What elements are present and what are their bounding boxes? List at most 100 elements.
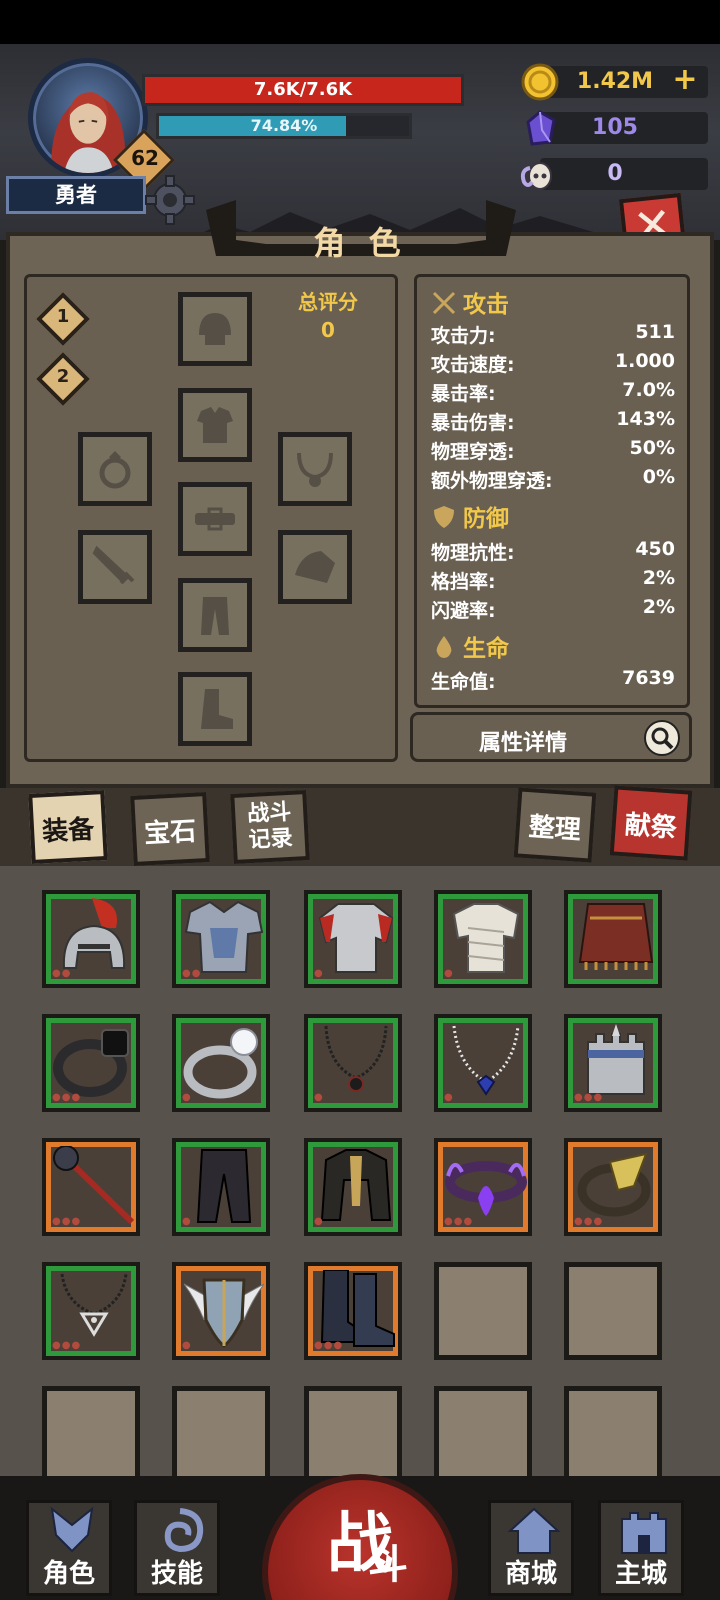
nav-shop-button[interactable]: 商城 <box>488 1500 574 1596</box>
helmet-crest-icon <box>50 1506 94 1553</box>
empty-inventory-slot[interactable] <box>172 1386 270 1484</box>
inventory-item-mace[interactable]: ●●● <box>42 1138 140 1236</box>
mace-icon <box>53 1146 135 1225</box>
inventory-item-dark-trousers[interactable]: ● <box>172 1138 270 1236</box>
sort-label: 整理 <box>527 812 582 846</box>
inventory-item-leather-skirt[interactable] <box>564 890 662 988</box>
leather-skirt-icon <box>578 903 654 970</box>
nav-character-button[interactable]: 角色 <box>26 1500 112 1596</box>
life-header: 生命 <box>431 629 509 663</box>
empty-inventory-slot[interactable] <box>564 1262 662 1360</box>
ring-slot[interactable] <box>78 432 152 506</box>
stat-value: 7.0% <box>622 379 675 401</box>
noble-coat-icon <box>320 1149 392 1221</box>
empty-inventory-slot[interactable] <box>434 1386 532 1484</box>
stat-label: 物理抗性: <box>431 542 515 564</box>
necklace-icon <box>297 452 333 487</box>
stat-row: 格挡率: 2% <box>431 567 675 593</box>
empty-inventory-slot[interactable] <box>304 1386 402 1484</box>
stat-value: 50% <box>629 437 675 459</box>
inventory-item-plumed-helmet[interactable]: ●● <box>42 890 140 988</box>
weapon-slot[interactable] <box>78 530 152 604</box>
upgrade-dots: ● <box>314 968 324 979</box>
inventory-item-noble-coat[interactable]: ● <box>304 1138 402 1236</box>
boots-slot[interactable] <box>178 672 252 746</box>
inventory-item-bandage-wrap[interactable]: ● <box>434 890 532 988</box>
shield-icon <box>434 506 454 528</box>
magnifier-icon <box>644 720 680 756</box>
inventory-item-black-gem-ring[interactable]: ●●● <box>42 1014 140 1112</box>
nav-main-city-button[interactable]: 主城 <box>598 1500 684 1596</box>
inventory-item-dark-pendant[interactable]: ● <box>304 1014 402 1112</box>
shoulder-slot[interactable] <box>278 530 352 604</box>
pants-slot[interactable] <box>178 578 252 652</box>
upgrade-dots: ●●● <box>52 1092 82 1103</box>
upgrade-dots: ● <box>182 1340 192 1351</box>
empty-inventory-slot[interactable] <box>42 1386 140 1484</box>
stat-label: 生命值: <box>431 671 496 693</box>
preset-2-label: 2 <box>56 366 70 387</box>
stat-label: 攻击力: <box>431 325 496 347</box>
upgrade-dots: ●●● <box>314 1340 344 1351</box>
xp-bar: 74.84% <box>156 113 412 139</box>
armor-icon <box>197 407 233 443</box>
tab-battle-log-label-1: 战斗 <box>246 799 292 828</box>
eye-pendant-icon <box>60 1273 128 1337</box>
inventory-item-diamond-ring[interactable]: ● <box>172 1014 270 1112</box>
upgrade-dots: ●●● <box>444 1216 474 1227</box>
nav-skills-button[interactable]: 技能 <box>134 1500 220 1596</box>
stat-row: 攻击速度: 1.000 <box>431 350 675 376</box>
golden-bracer-icon <box>577 1152 651 1217</box>
trousers-icon <box>196 1149 252 1223</box>
upgrade-dots: ●●● <box>52 1340 82 1351</box>
upgrade-dots: ● <box>182 1216 192 1227</box>
empty-inventory-slot[interactable] <box>434 1262 532 1360</box>
add-gold-button[interactable]: + <box>670 65 700 96</box>
sacrifice-label: 献祭 <box>623 810 678 844</box>
crossed-swords-icon <box>432 291 456 315</box>
stat-row: 物理穿透: 50% <box>431 437 675 463</box>
tab-battle-log[interactable]: 战斗 记录 <box>230 790 310 864</box>
defense-title: 防御 <box>463 506 509 532</box>
inventory-item-golden-bracer[interactable]: ●●● <box>564 1138 662 1236</box>
attribute-details-button[interactable]: 属性详情 <box>410 712 692 762</box>
stat-row: 攻击力: 511 <box>431 321 675 347</box>
pants-icon <box>201 597 229 635</box>
tab-gems[interactable]: 宝石 <box>130 792 210 866</box>
sword-icon <box>92 545 135 585</box>
inventory-item-purple-flame-belt[interactable]: ●●● <box>434 1138 532 1236</box>
tab-battle-log-label-2: 记录 <box>248 825 294 854</box>
stat-value: 143% <box>616 408 675 430</box>
sacrifice-button[interactable]: 献祭 <box>609 785 693 861</box>
boots-icon <box>201 689 233 729</box>
tab-equipment[interactable]: 装备 <box>28 790 108 864</box>
inventory-item-dark-boots[interactable]: ●●● <box>304 1262 402 1360</box>
winged-shield-icon <box>183 1278 265 1348</box>
inventory-item-plate-armor[interactable]: ●● <box>172 890 270 988</box>
stat-label: 攻击速度: <box>431 354 515 376</box>
inventory-item-winged-shield[interactable]: ● <box>172 1262 270 1360</box>
player-name: 勇者 <box>6 176 146 214</box>
empty-inventory-slot[interactable] <box>564 1386 662 1484</box>
life-title: 生命 <box>463 636 509 662</box>
upgrade-dots: ● <box>314 1216 324 1227</box>
sort-button[interactable]: 整理 <box>513 787 597 863</box>
total-score-label: 总评分 <box>298 290 358 314</box>
inventory-item-red-cuirass[interactable]: ● <box>304 890 402 988</box>
gem-counter: 105 <box>540 112 708 144</box>
black-ring-icon <box>53 1029 129 1097</box>
helmet-slot[interactable] <box>178 292 252 366</box>
stat-value: 7639 <box>622 667 675 689</box>
inventory-item-sapphire-necklace[interactable]: ● <box>434 1014 532 1112</box>
inventory-item-eye-pendant[interactable]: ●●● <box>42 1262 140 1360</box>
dark-boots-icon <box>320 1270 395 1347</box>
inventory-item-tower-helm[interactable]: ●●● <box>564 1014 662 1112</box>
chest-armor-slot[interactable] <box>178 388 252 462</box>
gold-coin-icon <box>521 63 559 101</box>
necklace-slot[interactable] <box>278 432 352 506</box>
plate-armor-icon <box>184 900 264 973</box>
tower-helm-icon <box>587 1024 645 1095</box>
belt-slot[interactable] <box>178 482 252 556</box>
red-cuirass-icon <box>318 903 394 973</box>
xp-percent: 74.84% <box>250 116 318 135</box>
